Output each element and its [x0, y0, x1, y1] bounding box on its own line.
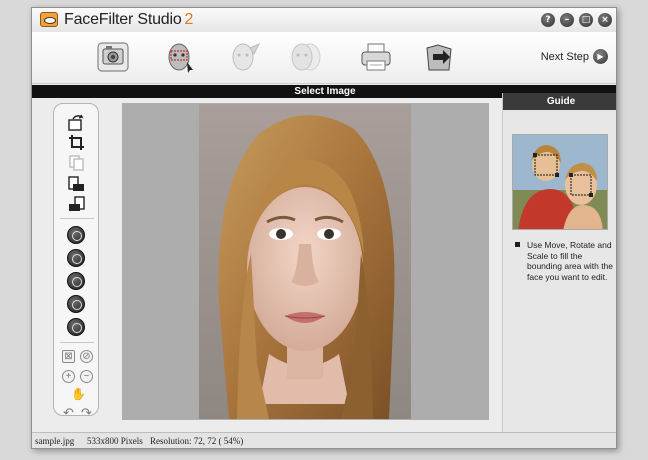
title-bar: FaceFilter Studio 2 ? – □ × [32, 8, 616, 32]
open-file-icon[interactable] [68, 114, 85, 131]
status-bar: sample.jpg 533x800 Pixels Resolution: 72… [32, 432, 616, 448]
guide-example-image [512, 134, 608, 230]
adjust-sharpen-icon[interactable] [67, 318, 85, 336]
status-filename: sample.jpg [35, 436, 75, 446]
status-resolution: Resolution: 72, 72 ( 54%) [150, 436, 244, 446]
copy-icon[interactable] [68, 154, 85, 171]
app-logo-icon [40, 12, 58, 27]
help-button[interactable]: ? [541, 13, 555, 27]
undo-icon[interactable]: ↶ [62, 406, 75, 420]
camera-icon[interactable] [96, 40, 130, 74]
adjust-color-icon[interactable] [67, 249, 85, 267]
adjust-contrast-icon[interactable] [67, 295, 85, 313]
rotate-right-icon[interactable] [68, 195, 85, 212]
image-canvas[interactable] [122, 103, 489, 420]
face-compare-icon[interactable] [288, 40, 328, 74]
guide-panel: Guide Use Move, Rotate and Scale to fill [502, 93, 616, 433]
tool-separator [60, 218, 94, 219]
guide-header: Guide [503, 93, 616, 110]
app-title: FaceFilter Studio 2 [64, 11, 193, 29]
arrow-right-icon: ▶ [593, 49, 608, 64]
status-dimensions: 533x800 Pixels [87, 436, 143, 446]
portrait-photo[interactable] [199, 104, 411, 419]
minimize-button[interactable]: – [560, 13, 574, 27]
close-button[interactable]: × [598, 13, 612, 27]
adjust-balance-icon[interactable] [67, 272, 85, 290]
app-title-text: FaceFilter Studio [64, 11, 182, 28]
crop-icon[interactable] [68, 134, 85, 151]
face-target-icon[interactable] [163, 40, 197, 74]
guide-bullet [515, 242, 520, 247]
hand-pan-icon[interactable]: ✋ [71, 388, 86, 402]
rotate-left-icon[interactable] [68, 175, 85, 192]
redo-icon[interactable]: ↷ [80, 406, 93, 420]
window-buttons: ? – □ × [541, 13, 612, 27]
app-window: FaceFilter Studio 2 ? – □ × Next Step ▶ … [31, 7, 617, 449]
next-step-label: Next Step [540, 50, 589, 63]
maximize-button[interactable]: □ [579, 13, 593, 27]
folder-arrow-icon[interactable] [422, 40, 456, 74]
reset-icon[interactable]: ⊘ [80, 350, 93, 363]
zoom-out-icon[interactable]: − [80, 370, 93, 383]
tool-separator [60, 342, 94, 343]
app-version: 2 [184, 11, 194, 28]
fit-icon[interactable]: ⊠ [62, 350, 75, 363]
printer-icon[interactable] [359, 40, 393, 74]
adjust-brightness-icon[interactable] [67, 226, 85, 244]
tool-panel: ⊠ ⊘ + − ✋ ↶ ↷ [53, 103, 99, 419]
main-toolbar: Next Step ▶ [32, 32, 616, 84]
guide-text: Use Move, Rotate and Scale to fill the b… [527, 240, 614, 282]
zoom-in-icon[interactable]: + [62, 370, 75, 383]
next-step-button[interactable]: Next Step ▶ [541, 49, 608, 64]
face-brush-icon[interactable] [228, 40, 262, 74]
